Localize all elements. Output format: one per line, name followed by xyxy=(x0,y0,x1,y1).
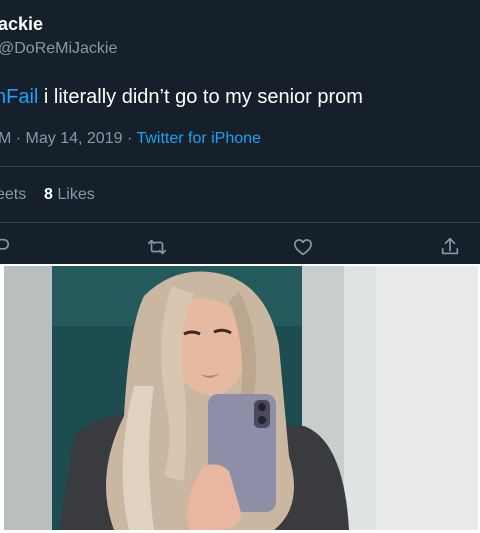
tweet-time: M xyxy=(0,130,12,147)
like-button[interactable] xyxy=(291,237,315,261)
divider xyxy=(0,222,480,223)
tweet-source[interactable]: Twitter for iPhone xyxy=(136,130,261,147)
user-handle[interactable]: @DoReMiJackie xyxy=(0,40,117,58)
likes-count[interactable]: 8 xyxy=(44,186,53,203)
selfie-photo xyxy=(4,266,478,530)
reply-button[interactable] xyxy=(0,237,12,261)
share-icon xyxy=(439,236,461,263)
heart-icon xyxy=(292,236,314,263)
retweet-button[interactable] xyxy=(145,237,169,261)
reply-icon xyxy=(0,236,11,263)
display-name[interactable]: ackie xyxy=(0,14,43,35)
hashtag-link[interactable]: nFail xyxy=(0,86,38,108)
tweet-text: nFail i literally didn’t go to my senior… xyxy=(0,86,363,109)
tweet-body: i literally didn’t go to my senior prom xyxy=(38,86,363,108)
divider xyxy=(0,166,480,167)
retweet-icon xyxy=(146,236,168,263)
tweet-stats: eets 8 Likes xyxy=(0,186,95,204)
share-button[interactable] xyxy=(438,237,462,261)
likes-label[interactable]: Likes xyxy=(57,186,94,203)
tweet-meta: M · May 14, 2019 · Twitter for iPhone xyxy=(0,130,261,147)
tweet-card: ackie @DoReMiJackie nFail i literally di… xyxy=(0,0,480,264)
tweet-date[interactable]: May 14, 2019 xyxy=(26,130,123,147)
retweets-label[interactable]: eets xyxy=(0,186,26,203)
